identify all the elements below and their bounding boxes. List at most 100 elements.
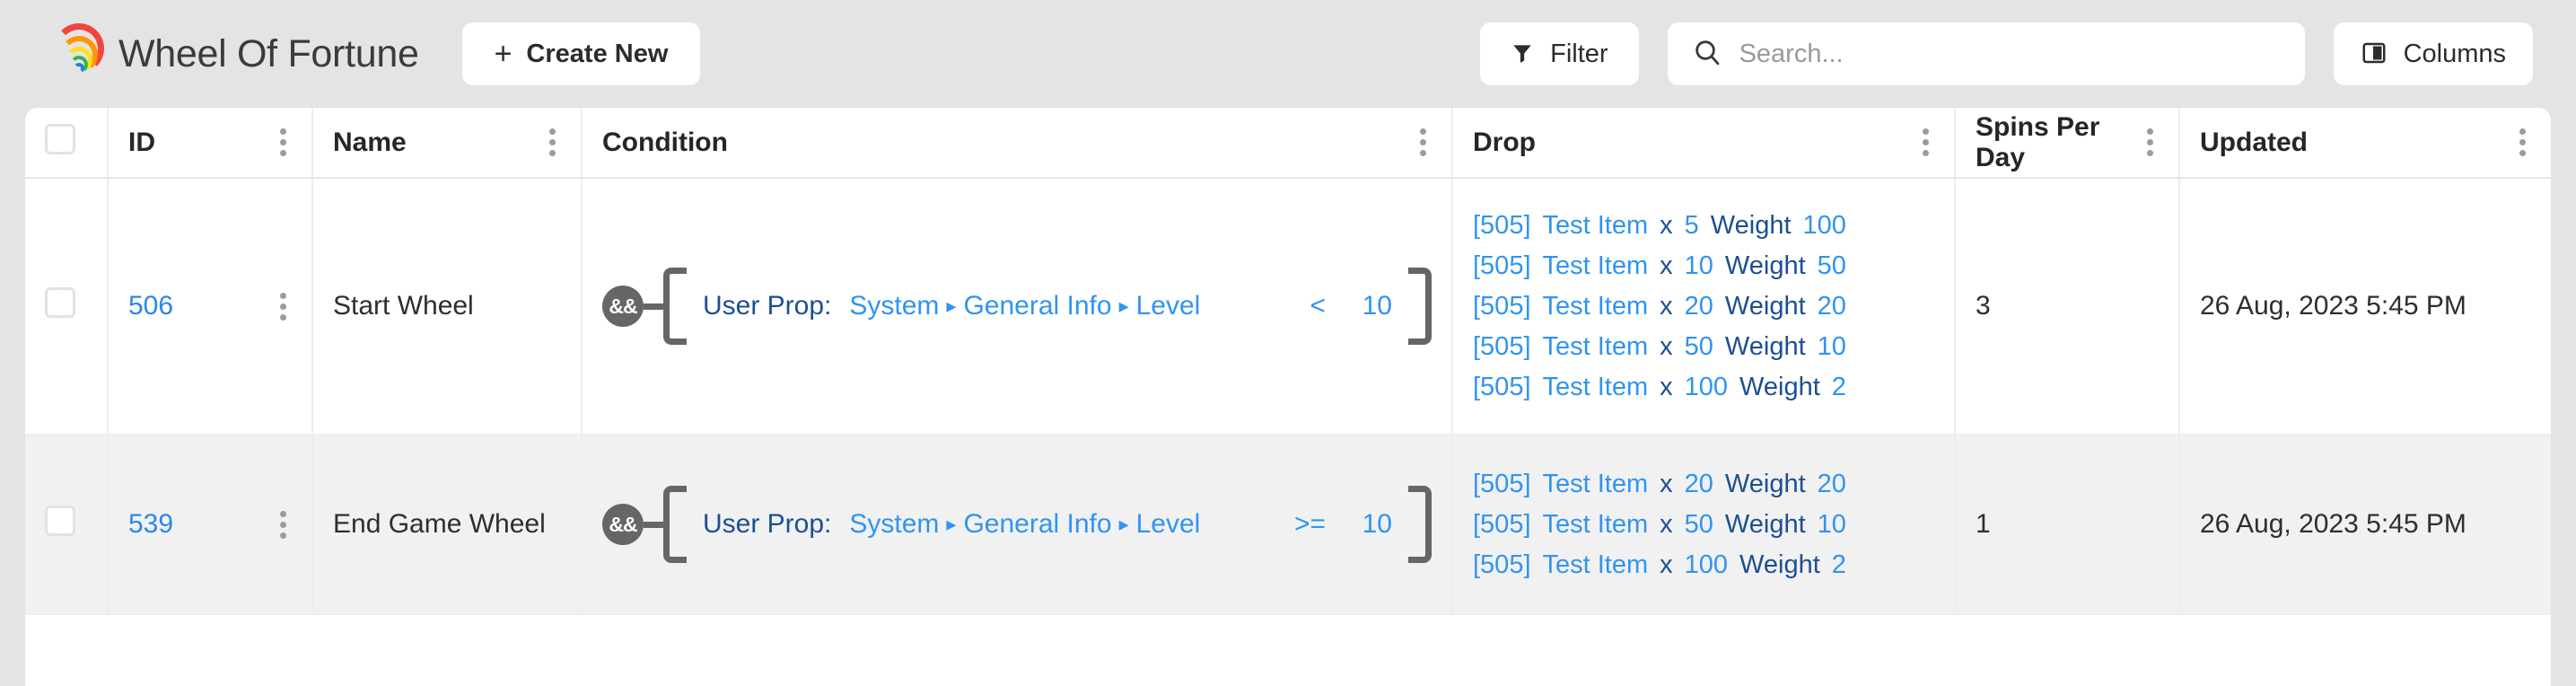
select-all-checkbox[interactable]	[45, 123, 75, 154]
row-checkbox[interactable]	[45, 506, 75, 536]
bracket-right-icon	[1408, 268, 1432, 345]
drop-item-name: Test Item	[1542, 251, 1649, 280]
drop-item-name: Test Item	[1542, 372, 1649, 401]
path-separator-icon: ▸	[1118, 295, 1129, 317]
filter-label: Filter	[1550, 39, 1608, 68]
drop-item[interactable]: [505] Test Item x 20 Weight 20	[1473, 470, 1934, 499]
and-operator-badge[interactable]: &&	[602, 286, 644, 327]
drop-item-id: [505]	[1473, 210, 1531, 240]
header-drop: Drop	[1452, 108, 1956, 179]
cell-updated: 26 Aug, 2023 5:45 PM	[2179, 178, 2551, 435]
column-menu-icon[interactable]	[2142, 125, 2159, 160]
spins-per-day-value: 3	[1976, 291, 1991, 321]
cell-drop: [505] Test Item x 20 Weight 20 [505] Tes…	[1452, 435, 1956, 615]
drop-item[interactable]: [505] Test Item x 100 Weight 2	[1473, 550, 1934, 580]
table-body: 506 Start Wheel && User Prop: System ▸ G…	[25, 178, 2551, 615]
condition-label: User Prop:	[703, 509, 832, 539]
header-condition: Condition	[582, 108, 1453, 179]
path-segment: General Info	[963, 509, 1112, 539]
updated-timestamp: 26 Aug, 2023 5:45 PM	[2200, 509, 2466, 539]
drop-weight-value: 20	[1817, 291, 1846, 321]
drop-quantity: 50	[1684, 331, 1713, 361]
drop-item-name: Test Item	[1542, 291, 1649, 321]
updated-timestamp: 26 Aug, 2023 5:45 PM	[2200, 291, 2466, 321]
search-input[interactable]	[1739, 39, 2280, 69]
drop-weight-value: 10	[1817, 509, 1846, 539]
page-title: Wheel Of Fortune	[118, 31, 419, 75]
condition-path[interactable]: System ▸ General Info ▸ Level	[849, 509, 1200, 540]
condition-group: && User Prop: System ▸ General Info ▸ Le…	[602, 482, 1432, 567]
drop-weight-value: 2	[1831, 372, 1846, 401]
header-drop-label: Drop	[1473, 127, 1536, 157]
cell-updated: 26 Aug, 2023 5:45 PM	[2179, 435, 2551, 615]
search-box[interactable]	[1667, 22, 2305, 85]
table-header-row: ID Name Condition Drop Spins Per Day Upd…	[25, 108, 2551, 179]
id-link[interactable]: 539	[128, 509, 173, 540]
table-head: ID Name Condition Drop Spins Per Day Upd…	[25, 108, 2551, 179]
drop-multiplier: x	[1660, 509, 1673, 539]
path-separator-icon: ▸	[946, 295, 957, 317]
drop-weight-value: 100	[1802, 210, 1846, 240]
drop-weight-label: Weight	[1724, 509, 1806, 539]
row-menu-icon[interactable]	[275, 507, 292, 542]
connector-line	[644, 521, 663, 528]
drop-weight-label: Weight	[1724, 469, 1806, 498]
path-separator-icon: ▸	[1118, 513, 1129, 535]
column-menu-icon[interactable]	[1917, 125, 1934, 160]
drop-quantity: 10	[1684, 251, 1713, 280]
filter-button[interactable]: Filter	[1480, 22, 1639, 85]
column-menu-icon[interactable]	[275, 125, 292, 160]
id-link[interactable]: 506	[128, 291, 173, 321]
path-segment: System	[849, 291, 940, 321]
brand: Wheel Of Fortune	[54, 23, 419, 76]
column-menu-icon[interactable]	[544, 125, 561, 160]
path-segment: Level	[1135, 291, 1201, 321]
condition-bracket: User Prop: System ▸ General Info ▸ Level…	[663, 268, 1432, 345]
and-operator-badge[interactable]: &&	[602, 504, 644, 545]
condition-comparison: >=	[1293, 509, 1326, 539]
cell-spins-per-day: 3	[1955, 178, 2180, 435]
drop-item-id: [505]	[1473, 372, 1531, 401]
drop-item[interactable]: [505] Test Item x 20 Weight 20	[1473, 292, 1934, 321]
row-checkbox[interactable]	[45, 287, 75, 318]
table-row[interactable]: 539 End Game Wheel && User Prop: System …	[25, 435, 2551, 615]
columns-button[interactable]: Columns	[2333, 22, 2533, 85]
drop-quantity: 100	[1684, 372, 1729, 401]
drop-item-id: [505]	[1473, 291, 1531, 321]
bracket-left-icon	[663, 268, 687, 345]
create-new-button[interactable]: + Create New	[461, 22, 701, 85]
drop-quantity: 50	[1684, 509, 1713, 539]
drop-multiplier: x	[1660, 331, 1673, 361]
drop-multiplier: x	[1660, 550, 1673, 579]
data-table: ID Name Condition Drop Spins Per Day Upd…	[25, 108, 2551, 615]
condition-path[interactable]: System ▸ General Info ▸ Level	[849, 291, 1200, 321]
drop-list: [505] Test Item x 20 Weight 20 [505] Tes…	[1473, 464, 1934, 585]
column-menu-icon[interactable]	[2514, 125, 2531, 160]
plus-icon: +	[494, 37, 513, 71]
drop-item[interactable]: [505] Test Item x 50 Weight 10	[1473, 510, 1934, 540]
drop-weight-value: 20	[1817, 469, 1846, 498]
drop-item[interactable]: [505] Test Item x 10 Weight 50	[1473, 251, 1934, 281]
drop-weight-value: 2	[1831, 550, 1846, 579]
drop-weight-label: Weight	[1739, 372, 1820, 401]
bracket-right-icon	[1408, 486, 1432, 563]
path-separator-icon: ▸	[946, 513, 957, 535]
search-icon	[1693, 38, 1722, 71]
cell-id: 539	[108, 435, 313, 615]
header-select-all	[25, 108, 109, 179]
drop-item-name: Test Item	[1542, 210, 1649, 240]
connector-line	[644, 303, 663, 310]
spins-per-day-value: 1	[1976, 509, 1991, 539]
table-row[interactable]: 506 Start Wheel && User Prop: System ▸ G…	[25, 178, 2551, 435]
header-spins-label: Spins Per Day	[1976, 111, 2100, 172]
drop-item[interactable]: [505] Test Item x 5 Weight 100	[1473, 211, 1934, 241]
condition-group: && User Prop: System ▸ General Info ▸ Le…	[602, 264, 1432, 348]
drop-item[interactable]: [505] Test Item x 50 Weight 10	[1473, 332, 1934, 362]
row-menu-icon[interactable]	[275, 289, 292, 324]
drop-item-name: Test Item	[1542, 469, 1649, 498]
column-menu-icon[interactable]	[1415, 125, 1432, 160]
drop-item-id: [505]	[1473, 331, 1531, 361]
condition-bracket: User Prop: System ▸ General Info ▸ Level…	[663, 486, 1432, 563]
path-segment: Level	[1135, 509, 1201, 539]
drop-item[interactable]: [505] Test Item x 100 Weight 2	[1473, 373, 1934, 402]
